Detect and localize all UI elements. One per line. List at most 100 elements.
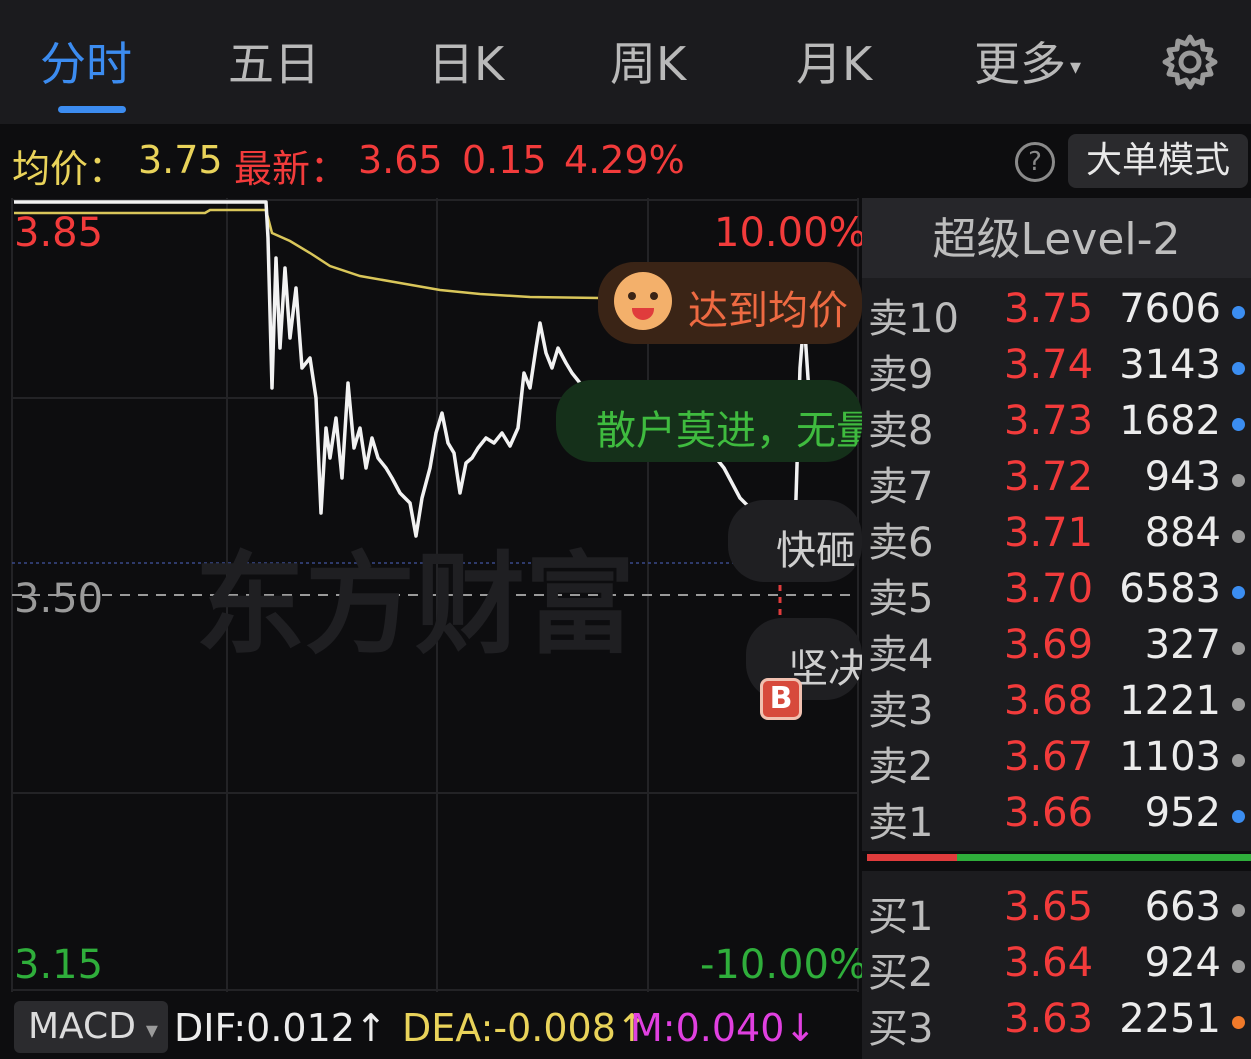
tab-more[interactable]: 更多 ▾ <box>974 28 1081 94</box>
big-order-mode-button[interactable]: 大单模式 <box>1068 134 1248 188</box>
ask-level-label: 卖1 <box>868 800 934 846</box>
bid-volume: 663 <box>1144 884 1221 930</box>
ask-price: 3.66 <box>1004 790 1094 836</box>
chevron-down-icon: ▾ <box>145 1016 158 1044</box>
ask-row[interactable]: 卖6 3.71 884 <box>862 510 1251 566</box>
mascot-icon <box>614 272 672 330</box>
order-dot-icon <box>1232 1016 1245 1029</box>
ask-price: 3.69 <box>1004 622 1094 668</box>
tab-five-day[interactable]: 五日 <box>228 28 320 94</box>
ask-level-label: 卖2 <box>868 744 934 790</box>
bid-row[interactable]: 买2 3.64 924 <box>862 940 1251 996</box>
comment-text-green: 散户莫进，无量 <box>596 408 862 454</box>
price-change: 0.15 <box>462 138 547 182</box>
help-icon[interactable]: ? <box>1015 142 1055 182</box>
ask-volume: 327 <box>1144 622 1221 668</box>
ask-price: 3.71 <box>1004 510 1094 556</box>
ask-price: 3.72 <box>1004 454 1094 500</box>
active-tab-indicator <box>58 106 126 113</box>
ask-row[interactable]: 卖8 3.73 1682 <box>862 398 1251 454</box>
level2-title[interactable]: 超级Level-2 <box>862 198 1251 278</box>
latest-price-label: 最新： <box>234 147 349 191</box>
comment-bubble-gray-1[interactable]: 快砸 <box>728 500 862 582</box>
indicator-selector-label: MACD <box>28 1006 136 1047</box>
ask-volume: 3143 <box>1119 342 1221 388</box>
ask-level-label: 卖4 <box>868 632 934 678</box>
ask-volume: 1103 <box>1119 734 1221 780</box>
alert-text: 达到均价 <box>688 288 848 334</box>
ask-volume: 952 <box>1144 790 1221 836</box>
order-dot-icon <box>1232 306 1245 319</box>
tab-daily-k[interactable]: 日K <box>428 28 504 94</box>
bid-price: 3.64 <box>1004 940 1094 986</box>
tab-weekly-k[interactable]: 周K <box>610 28 686 94</box>
gear-icon[interactable] <box>1160 32 1220 92</box>
ask-volume: 6583 <box>1119 566 1221 612</box>
avg-price-value: 3.75 <box>138 138 223 182</box>
ask-row[interactable]: 卖1 3.66 952 <box>862 790 1251 846</box>
tab-monthly-k[interactable]: 月K <box>796 28 872 94</box>
latest-price-value: 3.65 <box>358 138 443 182</box>
ask-price: 3.67 <box>1004 734 1094 780</box>
ask-volume: 943 <box>1144 454 1221 500</box>
order-dot-icon <box>1232 474 1245 487</box>
ask-row[interactable]: 卖4 3.69 327 <box>862 622 1251 678</box>
ask-price: 3.68 <box>1004 678 1094 724</box>
price-high-label: 3.85 <box>14 210 104 256</box>
buy-marker-badge[interactable]: B <box>760 678 802 720</box>
order-dot-icon <box>1232 960 1245 973</box>
ask-level-label: 卖6 <box>868 520 934 566</box>
comment-bubble-green[interactable]: 散户莫进，无量 <box>556 380 862 462</box>
bid-volume: 924 <box>1144 940 1221 986</box>
macd-m: M:0.040↓ <box>630 1006 817 1050</box>
ask-volume: 1682 <box>1119 398 1221 444</box>
ask-volume: 7606 <box>1119 286 1221 332</box>
ask-volume: 884 <box>1144 510 1221 556</box>
bid-price: 3.63 <box>1004 996 1094 1042</box>
period-tabs: 分时 五日 日K 周K 月K 更多 ▾ <box>0 0 1251 124</box>
order-dot-icon <box>1232 362 1245 375</box>
ask-row[interactable]: 卖2 3.67 1103 <box>862 734 1251 790</box>
tab-intraday[interactable]: 分时 <box>40 28 132 94</box>
pct-high-label: 10.00% <box>714 210 867 256</box>
ask-volume: 1221 <box>1119 678 1221 724</box>
bid-price: 3.65 <box>1004 884 1094 930</box>
ask-level-label: 卖7 <box>868 464 934 510</box>
quote-info-bar: 均价： 3.75 最新： 3.65 0.15 4.29% <box>0 124 1251 198</box>
ask-level-label: 卖5 <box>868 576 934 622</box>
order-dot-icon <box>1232 530 1245 543</box>
macd-dea: DEA:-0.008↑ <box>402 1006 648 1050</box>
bid-level-label: 买2 <box>868 950 934 996</box>
ask-row[interactable]: 卖9 3.74 3143 <box>862 342 1251 398</box>
order-dot-icon <box>1232 698 1245 711</box>
order-dot-icon <box>1232 642 1245 655</box>
avg-price-label: 均价： <box>12 147 127 191</box>
pct-low-label: -10.00% <box>700 942 867 988</box>
alert-bubble[interactable]: 达到均价 <box>598 262 862 344</box>
indicator-selector[interactable]: MACD ▾ <box>14 1001 168 1053</box>
macd-dif: DIF:0.012↑ <box>174 1006 387 1050</box>
ask-level-label: 卖3 <box>868 688 934 734</box>
level2-order-book: 超级Level-2 卖10 3.75 7606 卖9 3.74 3143 卖8 3.73 168… <box>862 198 1251 1059</box>
ask-row[interactable]: 卖7 3.72 943 <box>862 454 1251 510</box>
tab-more-label: 更多 <box>974 37 1066 91</box>
bid-row[interactable]: 买3 3.63 2251 <box>862 996 1251 1052</box>
order-dot-icon <box>1232 904 1245 917</box>
price-change-pct: 4.29% <box>564 138 685 182</box>
ask-price: 3.73 <box>1004 398 1094 444</box>
price-mid-label: 3.50 <box>14 576 104 622</box>
order-dot-icon <box>1232 810 1245 823</box>
bid-row[interactable]: 买1 3.65 663 <box>862 884 1251 940</box>
bid-volume: 2251 <box>1119 996 1221 1042</box>
ask-row[interactable]: 卖10 3.75 7606 <box>862 286 1251 342</box>
order-dot-icon <box>1232 754 1245 767</box>
intraday-chart[interactable]: 东方财富 3.85 3.50 3.15 10.00% -10.00% 达到均价 … <box>0 198 867 1058</box>
ask-row[interactable]: 卖5 3.70 6583 <box>862 566 1251 622</box>
ask-level-label: 卖9 <box>868 352 934 398</box>
sell-ratio-bar <box>957 854 1251 861</box>
bid-level-label: 买3 <box>868 1006 934 1052</box>
ask-row[interactable]: 卖3 3.68 1221 <box>862 678 1251 734</box>
ask-level-label: 卖10 <box>868 296 959 342</box>
ask-level-label: 卖8 <box>868 408 934 454</box>
order-dot-icon <box>1232 418 1245 431</box>
